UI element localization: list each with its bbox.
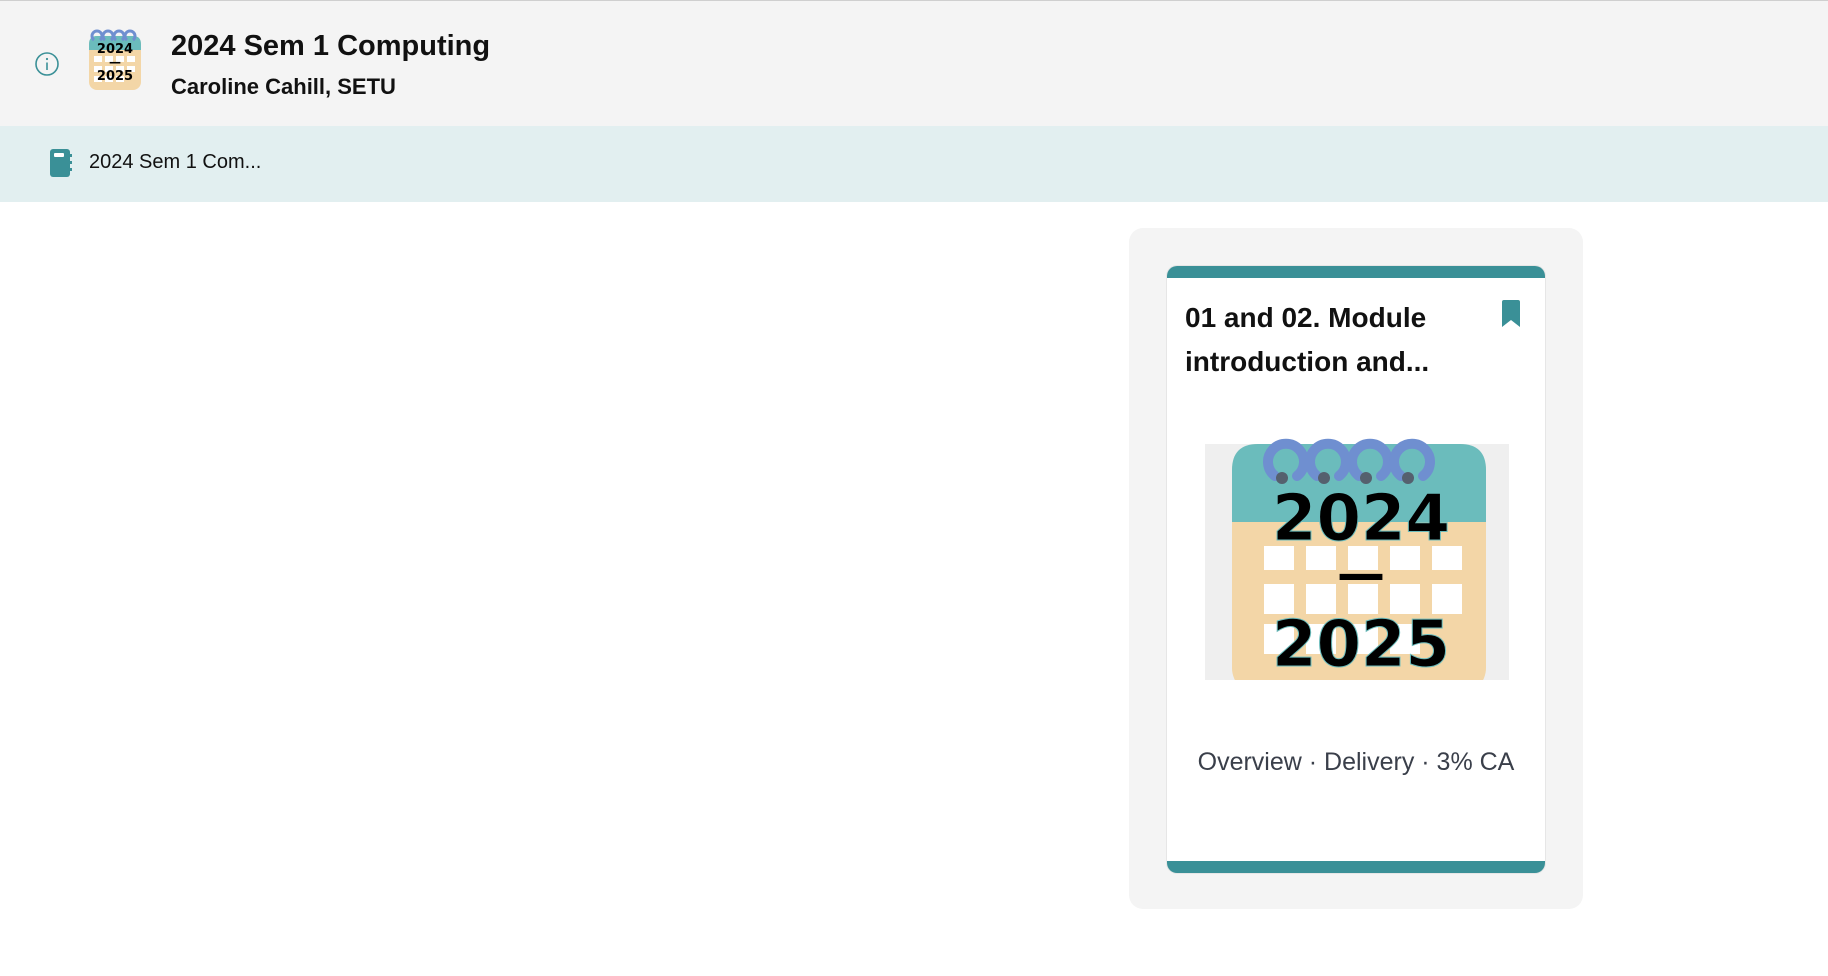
info-icon[interactable]	[35, 52, 59, 76]
calendar-2024-2025-icon: 2024 — 2025	[1205, 438, 1509, 680]
bookmark-icon[interactable]	[1500, 300, 1522, 328]
svg-text:2025: 2025	[1272, 608, 1450, 680]
notebook-owner: Caroline Cahill, SETU	[171, 74, 396, 99]
breadcrumb-notebook-link[interactable]: 2024 Sem 1 Com...	[89, 151, 261, 174]
svg-text:—: —	[109, 55, 121, 69]
card-bottom-accent	[1167, 861, 1545, 873]
notebook-title: 2024 Sem 1 Computing	[171, 30, 491, 62]
page-card[interactable]: 01 and 02. Module introduction and... 20…	[1167, 266, 1545, 873]
svg-text:2025: 2025	[97, 69, 133, 84]
svg-text:—: —	[1337, 546, 1385, 602]
card-description: Overview · Delivery · 3% CA	[1197, 748, 1515, 776]
notebook-icon[interactable]	[49, 148, 73, 178]
card-title: 01 and 02. Module introduction and...	[1185, 302, 1430, 377]
breadcrumb-bar	[0, 126, 1828, 202]
notebook-header	[0, 1, 1828, 126]
svg-text:2024: 2024	[1272, 482, 1450, 556]
calendar-2024-2025-icon: 2024 — 2025	[89, 29, 141, 90]
card-top-accent	[1167, 266, 1545, 278]
